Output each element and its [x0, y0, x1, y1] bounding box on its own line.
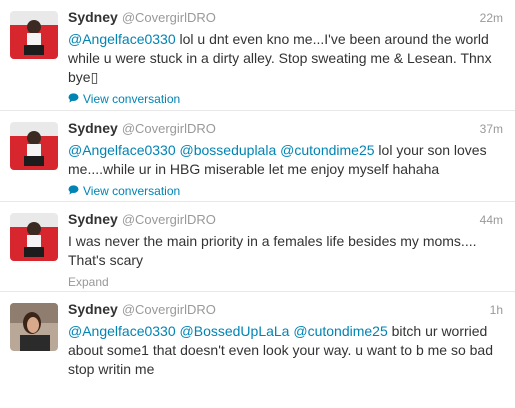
timestamp[interactable]: 1h — [490, 303, 503, 317]
fullname[interactable]: Sydney — [68, 9, 118, 25]
mention-link[interactable]: @Angelface0330 — [68, 31, 176, 47]
tweet-timeline: Sydney @CovergirlDRO 22m @Angelface0330 … — [0, 0, 515, 408]
tweet[interactable]: Sydney @CovergirlDRO 1h @Angelface0330 @… — [0, 292, 515, 408]
mention-link[interactable]: @cutondime25 — [293, 323, 387, 339]
view-conversation-label[interactable]: View conversation — [83, 184, 180, 198]
speech-bubble-icon — [68, 92, 79, 106]
view-conversation-label[interactable]: View conversation — [83, 92, 180, 106]
username[interactable]: @CovergirlDRO — [122, 10, 216, 25]
avatar[interactable] — [10, 303, 58, 351]
username[interactable]: @CovergirlDRO — [122, 121, 216, 136]
mention-link[interactable]: @Angelface0330 — [68, 142, 176, 158]
avatar[interactable] — [10, 11, 58, 59]
avatar[interactable] — [10, 122, 58, 170]
view-conversation-link[interactable]: View conversation — [68, 183, 503, 198]
fullname[interactable]: Sydney — [68, 211, 118, 227]
speech-bubble-icon — [68, 184, 79, 198]
fullname[interactable]: Sydney — [68, 120, 118, 136]
timestamp[interactable]: 22m — [480, 11, 503, 25]
view-conversation-link[interactable]: View conversation — [68, 91, 503, 106]
mention-link[interactable]: @bosseduplala — [180, 142, 277, 158]
tweet[interactable]: Sydney @CovergirlDRO 44m I was never the… — [0, 202, 515, 292]
mention-link[interactable]: @BossedUpLaLa — [180, 323, 290, 339]
username[interactable]: @CovergirlDRO — [122, 212, 216, 227]
tweet[interactable]: Sydney @CovergirlDRO 22m @Angelface0330 … — [0, 0, 515, 111]
tweet-text: I was never the main priority in a femal… — [68, 233, 481, 268]
tweet-text: @Angelface0330 lol u dnt even kno me...I… — [68, 30, 496, 87]
avatar[interactable] — [10, 213, 58, 261]
timestamp[interactable]: 44m — [480, 213, 503, 227]
tweet-text: @Angelface0330 @BossedUpLaLa @cutondime2… — [68, 322, 496, 379]
tweet-header: Sydney @CovergirlDRO 1h — [68, 301, 503, 319]
tweet[interactable]: Sydney @CovergirlDRO 37m @Angelface0330 … — [0, 111, 515, 202]
username[interactable]: @CovergirlDRO — [122, 302, 216, 317]
mention-link[interactable]: @cutondime25 — [280, 142, 374, 158]
tweet-header: Sydney @CovergirlDRO 44m — [68, 211, 503, 229]
tweet-header: Sydney @CovergirlDRO 22m — [68, 9, 503, 27]
timestamp[interactable]: 37m — [480, 122, 503, 136]
tweet-text: @Angelface0330 @bosseduplala @cutondime2… — [68, 141, 496, 179]
mention-link[interactable]: @Angelface0330 — [68, 323, 176, 339]
tweet-header: Sydney @CovergirlDRO 37m — [68, 120, 503, 138]
fullname[interactable]: Sydney — [68, 301, 118, 317]
expand-label[interactable]: Expand — [68, 275, 109, 289]
expand-link[interactable]: Expand — [68, 274, 503, 289]
